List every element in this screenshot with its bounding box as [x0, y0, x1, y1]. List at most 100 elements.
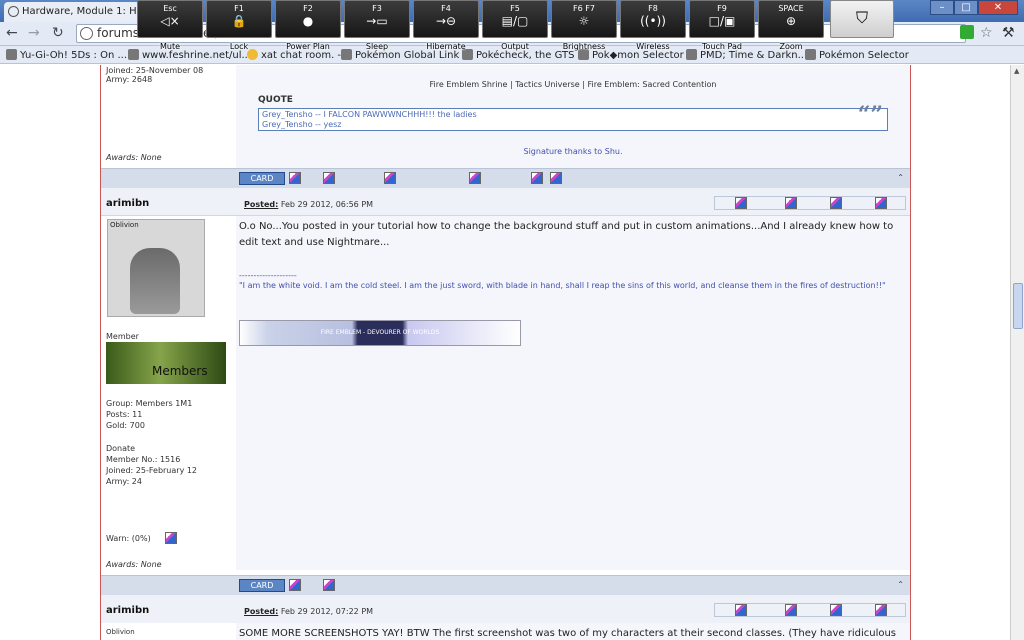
- extension-icon[interactable]: [960, 25, 974, 39]
- post0-army: Army: 2648: [106, 75, 153, 84]
- member-joined: Joined: 25-February 12: [106, 466, 198, 475]
- post0-content: Fire Emblem Shrine | Tactics Universe | …: [236, 65, 910, 168]
- output-key[interactable]: F5 ▤/▢ Output: [482, 0, 548, 51]
- quote-line: Grey_Tensho -- yesz: [262, 120, 342, 129]
- zoom-key[interactable]: SPACE ⊕ Zoom: [758, 0, 824, 51]
- member-posts: Posts: 11: [106, 410, 143, 419]
- power-plan-icon: ●: [302, 14, 314, 28]
- post2-username[interactable]: arimibn: [106, 605, 149, 616]
- card-button[interactable]: CARD: [239, 579, 285, 592]
- maximize-button[interactable]: □: [954, 0, 978, 15]
- members-banner: Members: [106, 342, 226, 384]
- post2-header: arimibn Posted: Feb 29 2012, 07:22 PM: [101, 595, 910, 623]
- broken-image-icon[interactable]: [289, 172, 301, 184]
- wireless-key[interactable]: F8 ((•)) Wireless: [620, 0, 686, 51]
- bookmark-item[interactable]: Yu-Gi-Oh! 5Ds : On ...: [6, 49, 127, 61]
- signature-links[interactable]: Fire Emblem Shrine | Tactics Universe | …: [236, 80, 910, 89]
- post1-action-bar: CARD ⌃: [101, 575, 910, 595]
- quote-line: Grey_Tensho -- I FALCON PAWWWNCHHH!!! th…: [262, 110, 477, 119]
- sleep-key[interactable]: F3 →▭ Sleep: [344, 0, 410, 51]
- post1-date: Posted: Feb 29 2012, 06:56 PM: [244, 200, 374, 209]
- bookmark-icon: [6, 49, 17, 60]
- post0-action-bar: CARD ⌃: [101, 168, 910, 188]
- mute-key[interactable]: Esc ◁× Mute: [137, 0, 203, 51]
- signature-credit: Signature thanks to Shu.: [523, 147, 623, 156]
- wrench-icon[interactable]: ⚒: [1002, 25, 1015, 41]
- member-rank: Member: [106, 332, 139, 341]
- post0-user-column: Joined: 25-November 08 Army: 2648 Awards…: [101, 65, 236, 168]
- broken-image-icon[interactable]: [384, 172, 396, 184]
- broken-image-icon[interactable]: [830, 604, 842, 616]
- tab-title: Hardware, Module 1: Har: [22, 6, 140, 17]
- lock-key[interactable]: F1 🔒 Lock: [206, 0, 272, 51]
- avatar-tag: Oblivion: [106, 628, 135, 636]
- broken-image-icon[interactable]: [323, 172, 335, 184]
- signature-quote: "I am the white void. I am the cold stee…: [239, 281, 886, 290]
- post1-awards: Awards: None: [106, 560, 162, 569]
- brightness-icon: ☼: [578, 14, 590, 28]
- padlock-button[interactable]: ⛉: [830, 0, 894, 38]
- post1-body: O.o No...You posted in your tutorial how…: [239, 221, 894, 248]
- post1-tools: [714, 196, 906, 210]
- post1-username[interactable]: arimibn: [106, 198, 149, 209]
- scroll-up-icon[interactable]: ▲: [1014, 67, 1019, 75]
- member-number: Member No.: 1516: [106, 455, 181, 464]
- member-army: Army: 24: [106, 477, 142, 486]
- post0-awards: Awards: None: [106, 153, 162, 162]
- globe-icon: [8, 6, 19, 17]
- padlock-icon: ⛉: [855, 8, 868, 27]
- broken-image-icon[interactable]: [550, 172, 562, 184]
- broken-image-icon[interactable]: [785, 197, 797, 209]
- hibernate-icon: →⊖: [435, 14, 457, 28]
- brightness-key[interactable]: F6 F7 ☼ Brightness: [551, 0, 617, 51]
- post1-user-column: Oblivion Member Members Group: Members 1…: [101, 216, 236, 570]
- broken-image-icon[interactable]: [785, 604, 797, 616]
- minimize-button[interactable]: –: [930, 0, 954, 15]
- scrollbar[interactable]: ▲: [1010, 65, 1024, 640]
- broken-image-icon[interactable]: [830, 197, 842, 209]
- card-button[interactable]: CARD: [239, 172, 285, 185]
- reload-icon[interactable]: ↻: [52, 25, 64, 41]
- post1-content: O.o No...You posted in your tutorial how…: [236, 216, 910, 570]
- lock-icon: 🔒: [231, 14, 247, 28]
- broken-image-icon[interactable]: [469, 172, 481, 184]
- avatar: Oblivion: [107, 219, 205, 317]
- sleep-icon: →▭: [366, 14, 388, 28]
- avatar-tag: Oblivion: [110, 221, 139, 229]
- function-key-overlay: Esc ◁× Mute F1 🔒 Lock F2 ● Power Plan F3 →▭ Slee…: [137, 0, 894, 51]
- scroll-top-icon[interactable]: ⌃: [897, 580, 904, 589]
- warn-level: Warn: (0%): [106, 534, 151, 543]
- broken-image-icon[interactable]: [875, 197, 887, 209]
- post2-user-column: Oblivion: [101, 623, 236, 640]
- member-group: Group: Members 1M1: [106, 399, 193, 408]
- post1-header: arimibn Posted: Feb 29 2012, 06:56 PM: [101, 188, 910, 216]
- back-icon[interactable]: ←: [6, 25, 18, 41]
- member-gold: Gold: 700: [106, 421, 145, 430]
- donate-link[interactable]: Donate: [106, 443, 135, 454]
- broken-image-icon[interactable]: [165, 532, 177, 544]
- browser-tab[interactable]: Hardware, Module 1: Har: [4, 2, 140, 22]
- post2-body: SOME MORE SCREENSHOTS YAY! BTW The first…: [239, 628, 897, 639]
- globe-icon: [80, 27, 93, 40]
- power-plan-key[interactable]: F2 ● Power Plan: [275, 0, 341, 51]
- broken-image-icon[interactable]: [289, 579, 301, 591]
- broken-image-icon[interactable]: [735, 197, 747, 209]
- signature-banner: FIRE EMBLEM - DEVOURER OF WORLDS: [239, 320, 521, 346]
- broken-image-icon[interactable]: [735, 604, 747, 616]
- mute-icon: ◁×: [160, 14, 180, 28]
- post2-tools: [714, 603, 906, 617]
- scrollbar-thumb[interactable]: [1013, 283, 1023, 329]
- broken-image-icon[interactable]: [323, 579, 335, 591]
- scroll-top-icon[interactable]: ⌃: [897, 173, 904, 182]
- touchpad-key[interactable]: F9 □/▣ Touch Pad: [689, 0, 755, 51]
- forum-page: Joined: 25-November 08 Army: 2648 Awards…: [0, 65, 1024, 640]
- forward-icon[interactable]: →: [28, 25, 40, 41]
- touchpad-icon: □/▣: [708, 14, 736, 28]
- close-button[interactable]: ✕: [978, 0, 1018, 15]
- quote-box: Grey_Tensho -- I FALCON PAWWWNCHHH!!! th…: [258, 104, 888, 131]
- star-icon[interactable]: ☆: [980, 25, 993, 41]
- zoom-icon: ⊕: [785, 14, 797, 28]
- hibernate-key[interactable]: F4 →⊖ Hibernate: [413, 0, 479, 51]
- broken-image-icon[interactable]: [875, 604, 887, 616]
- broken-image-icon[interactable]: [531, 172, 543, 184]
